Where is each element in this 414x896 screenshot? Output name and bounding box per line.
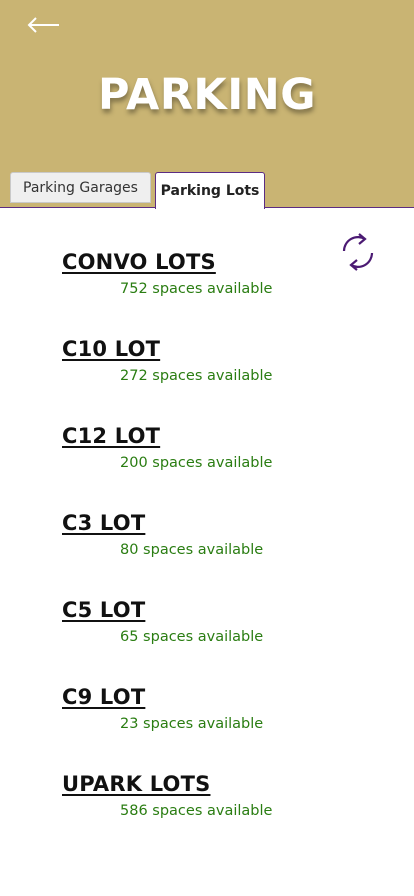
list-item: C10 LOT 272 spaces available [0, 337, 414, 397]
lot-spaces-text: 586 spaces available [120, 803, 273, 819]
list-item: C3 LOT 80 spaces available [0, 511, 414, 571]
lot-name-link[interactable]: C3 LOT [62, 511, 145, 535]
list-item: C12 LOT 200 spaces available [0, 424, 414, 484]
lot-spaces-text: 80 spaces available [120, 542, 264, 558]
arrow-left-icon [27, 17, 59, 33]
lot-name-link[interactable]: CONVO LOTS [62, 250, 216, 274]
list-item: CONVO LOTS 752 spaces available [0, 250, 414, 310]
lot-name-link[interactable]: C12 LOT [62, 424, 160, 448]
list-item: C9 LOT 23 spaces available [0, 685, 414, 745]
lot-spaces-text: 200 spaces available [120, 455, 273, 471]
lot-spaces-text: 23 spaces available [120, 716, 264, 732]
lot-spaces-text: 272 spaces available [120, 368, 273, 384]
list-item: C5 LOT 65 spaces available [0, 598, 414, 658]
lot-name-link[interactable]: C10 LOT [62, 337, 160, 361]
lot-name-link[interactable]: C5 LOT [62, 598, 145, 622]
tab-parking-lots[interactable]: Parking Lots [155, 172, 265, 209]
back-button[interactable] [22, 10, 66, 40]
list-item: UPARK LOTS 586 spaces available [0, 772, 414, 832]
lot-name-link[interactable]: C9 LOT [62, 685, 145, 709]
lot-name-link[interactable]: UPARK LOTS [62, 772, 210, 796]
lot-spaces-text: 752 spaces available [120, 281, 273, 297]
header: PARKING Parking Garages Parking Lots [0, 0, 414, 209]
lot-spaces-text: 65 spaces available [120, 629, 264, 645]
tab-parking-garages[interactable]: Parking Garages [10, 172, 151, 203]
page-title: PARKING [97, 70, 317, 120]
